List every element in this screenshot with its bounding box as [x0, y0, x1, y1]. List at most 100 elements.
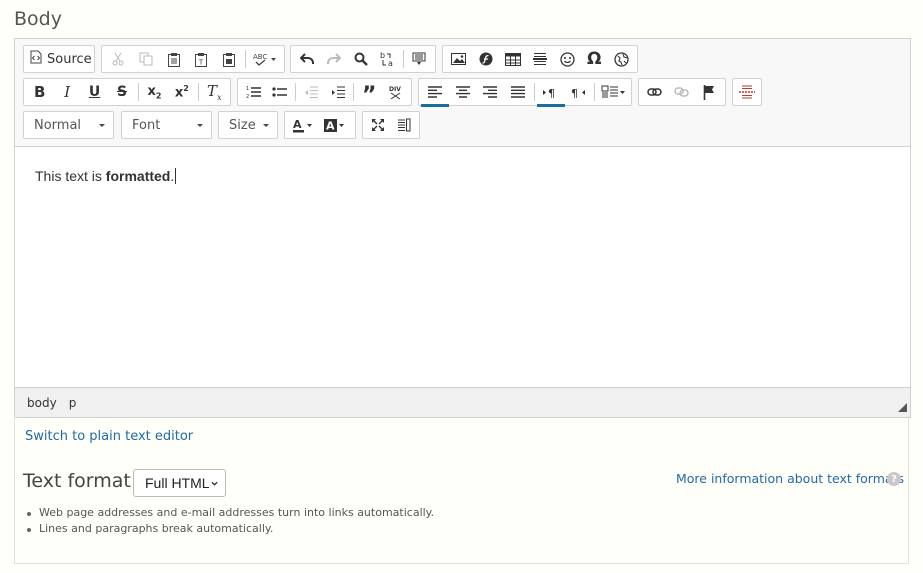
strike-button[interactable]: S — [108, 79, 135, 105]
format-combo[interactable]: Normal — [23, 111, 114, 139]
switch-editor-link[interactable]: Switch to plain text editor — [25, 429, 193, 444]
separator — [137, 83, 139, 101]
outdent-button[interactable] — [298, 79, 325, 105]
show-blocks-2-icon — [397, 118, 411, 132]
indent-button[interactable] — [325, 79, 352, 105]
text-format-selected: Full HTML — [145, 475, 210, 491]
bg-color-button[interactable]: A — [319, 112, 351, 138]
chevron-down-icon — [197, 123, 203, 127]
flash-button[interactable] — [472, 46, 499, 72]
smiley-button[interactable] — [554, 46, 581, 72]
iframe-button[interactable] — [608, 46, 635, 72]
tools-group — [362, 111, 420, 139]
underline-button[interactable]: U — [81, 79, 108, 105]
paste-text-button[interactable]: T — [188, 46, 216, 72]
pagebreak-group — [732, 78, 762, 106]
source-button[interactable]: Source — [26, 46, 96, 72]
horizontal-line-button[interactable] — [526, 46, 553, 72]
copy-button[interactable] — [132, 46, 160, 72]
language-button[interactable] — [597, 79, 629, 105]
replace-button[interactable]: ba — [374, 46, 401, 72]
source-icon — [30, 50, 42, 68]
align-center-button[interactable] — [449, 79, 477, 105]
outdent-icon — [304, 86, 319, 99]
paste-button[interactable] — [160, 46, 188, 72]
align-right-button[interactable] — [476, 79, 504, 105]
chevron-down-icon — [211, 481, 218, 486]
format-combo-label: Normal — [34, 117, 82, 133]
font-combo[interactable]: Font — [121, 111, 212, 139]
spellcheck-button[interactable]: ABC — [248, 46, 282, 72]
source-group: Source — [23, 45, 95, 73]
undo-button[interactable] — [293, 46, 320, 72]
ltr-button[interactable]: ¶ — [536, 79, 565, 107]
more-info-link[interactable]: More information about text formats — [676, 471, 904, 486]
justify-button[interactable] — [504, 79, 532, 105]
subscript-button[interactable]: x2 — [141, 79, 168, 105]
find-button[interactable] — [347, 46, 374, 72]
replace-icon: ba — [380, 51, 396, 67]
div-icon: DIV — [388, 85, 403, 100]
editor-toolbar: Source T ABC ba Ω B I U S x2 x2 Tx 1 2 ”… — [15, 39, 910, 147]
justify-icon — [511, 86, 526, 98]
superscript-icon: x2 — [174, 83, 189, 101]
anchor-icon — [703, 84, 715, 100]
align-left-button[interactable] — [421, 79, 449, 107]
div-button[interactable]: DIV — [382, 79, 409, 105]
paste-word-button[interactable] — [215, 46, 243, 72]
page-break-button[interactable] — [735, 79, 759, 105]
table-button[interactable] — [499, 46, 526, 72]
text-format-select[interactable]: Full HTML — [133, 469, 226, 497]
svg-text:¶: ¶ — [571, 87, 578, 99]
smiley-icon — [559, 51, 575, 67]
image-button[interactable] — [445, 46, 472, 72]
show-blocks-2-button[interactable] — [391, 112, 417, 138]
numbered-list-icon: 12 — [246, 85, 261, 99]
text-format-label: Text format — [23, 470, 131, 492]
remove-format-button[interactable]: Tx — [201, 79, 228, 105]
unlink-button[interactable] — [668, 79, 695, 105]
separator — [594, 83, 596, 101]
content-text-end: . — [170, 168, 175, 184]
resize-handle-icon[interactable] — [898, 403, 907, 412]
path-item-body[interactable]: body — [27, 396, 57, 410]
size-combo[interactable]: Size — [218, 111, 278, 139]
text-color-button[interactable]: A — [287, 112, 319, 138]
svg-text:ABC: ABC — [253, 53, 267, 61]
remove-format-icon: Tx — [207, 82, 222, 102]
image-icon — [451, 53, 467, 65]
copy-icon — [139, 52, 153, 66]
separator — [245, 50, 247, 68]
redo-button[interactable] — [320, 46, 347, 72]
paste-word-icon — [222, 52, 236, 67]
separator — [295, 83, 296, 101]
link-button[interactable] — [641, 79, 668, 105]
svg-text:¶: ¶ — [548, 87, 555, 99]
bold-button[interactable]: B — [26, 79, 53, 105]
maximize-button[interactable] — [365, 112, 391, 138]
align-group: ¶ ¶ — [418, 78, 632, 107]
bulleted-list-button[interactable] — [267, 79, 294, 105]
help-icon[interactable]: ? — [887, 472, 901, 486]
insert-group: Ω — [442, 45, 638, 73]
strike-icon: S — [116, 84, 128, 100]
blockquote-button[interactable]: ” — [356, 79, 383, 107]
unlink-icon — [674, 86, 690, 98]
find-icon — [354, 52, 368, 66]
superscript-button[interactable]: x2 — [168, 79, 195, 105]
cut-button[interactable] — [104, 46, 132, 72]
path-item-p[interactable]: p — [69, 396, 77, 410]
iframe-icon — [614, 51, 629, 67]
rtl-button[interactable]: ¶ — [565, 79, 593, 105]
basicstyles-group: B I U S x2 x2 Tx — [23, 78, 231, 106]
editor-content[interactable]: This text is formatted. — [15, 147, 910, 387]
anchor-button[interactable] — [696, 79, 723, 105]
italic-button[interactable]: I — [53, 79, 80, 105]
subscript-icon: x2 — [147, 83, 162, 101]
svg-text:T: T — [198, 58, 204, 66]
element-path-bar: body p — [15, 387, 910, 417]
separator — [197, 83, 199, 101]
show-blocks-button[interactable] — [406, 46, 433, 72]
special-char-button[interactable]: Ω — [581, 46, 608, 72]
numbered-list-button[interactable]: 12 — [240, 79, 267, 105]
